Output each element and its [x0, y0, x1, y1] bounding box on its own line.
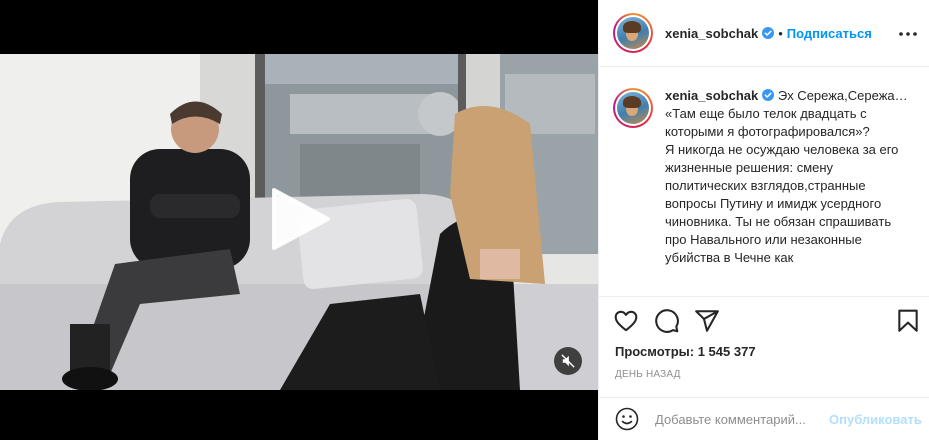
caption-body: Эх Сережа,Сережа… «Там еще было телок дв…: [665, 88, 908, 265]
publish-button[interactable]: Опубликовать: [829, 412, 922, 427]
action-bar: [599, 296, 929, 342]
caption: xenia_sobchak Эх Сережа,Сережа… «Там еще…: [665, 87, 916, 267]
views-count[interactable]: Просмотры: 1 545 377: [615, 344, 756, 359]
share-icon[interactable]: [694, 308, 720, 334]
comment-bar: Опубликовать: [599, 397, 929, 440]
heart-icon[interactable]: [613, 308, 639, 334]
comment-icon[interactable]: [654, 308, 680, 334]
mute-button[interactable]: [554, 347, 582, 375]
emoji-icon[interactable]: [615, 407, 639, 431]
verified-badge-icon: [762, 89, 775, 101]
verified-badge-icon: [762, 27, 775, 39]
play-icon: [272, 188, 330, 250]
post-date[interactable]: день назад: [615, 369, 681, 380]
views-label: Просмотры:: [615, 344, 695, 359]
caption-row: xenia_sobchak Эх Сережа,Сережа… «Там еще…: [613, 87, 916, 267]
caption-area: xenia_sobchak Эх Сережа,Сережа… «Там еще…: [599, 68, 929, 296]
more-options-button[interactable]: [896, 22, 920, 46]
views-number: 1 545 377: [697, 344, 756, 359]
caption-avatar[interactable]: [613, 88, 653, 128]
muted-speaker-icon: [561, 354, 575, 368]
bookmark-icon[interactable]: [895, 308, 921, 334]
avatar[interactable]: [613, 13, 653, 53]
post-header: xenia_sobchak • Подписаться: [599, 0, 929, 67]
post-panel: xenia_sobchak • Подписаться xenia_sobcha…: [598, 0, 929, 440]
follow-button[interactable]: Подписаться: [787, 26, 872, 41]
comment-input[interactable]: [655, 411, 825, 427]
separator-dot: •: [778, 25, 783, 41]
header-username[interactable]: xenia_sobchak: [665, 26, 758, 41]
more-options-icon: [899, 32, 917, 36]
video-player[interactable]: [0, 0, 598, 440]
play-button[interactable]: [270, 186, 332, 252]
caption-username[interactable]: xenia_sobchak: [665, 88, 758, 103]
